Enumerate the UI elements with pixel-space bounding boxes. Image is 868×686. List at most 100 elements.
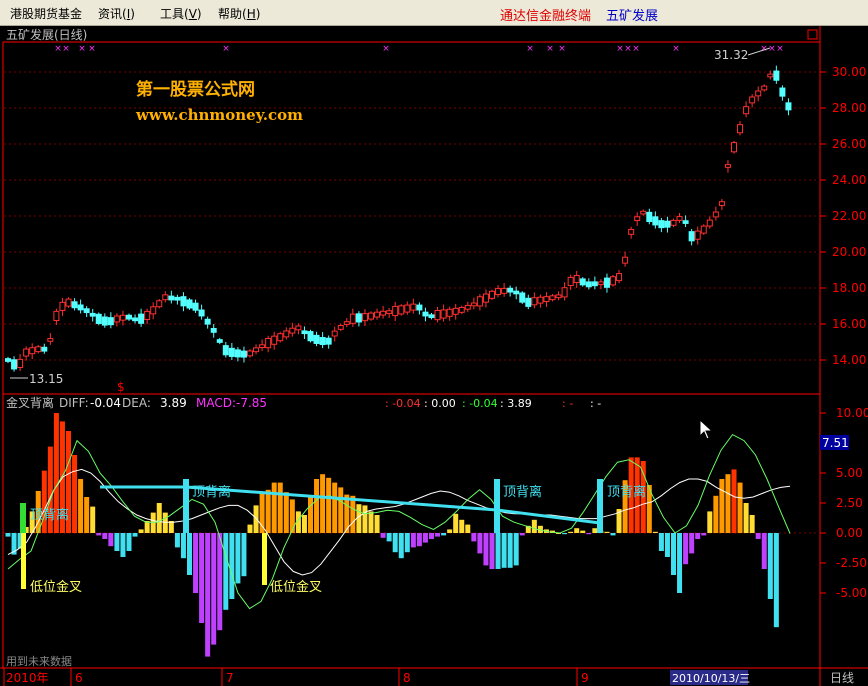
candle-body (186, 299, 193, 309)
macd-bar (241, 533, 247, 577)
price-axis-label: 14.00 (832, 353, 866, 367)
candle-body (107, 317, 114, 326)
candle-body (301, 330, 308, 335)
candle-body (670, 219, 677, 226)
menu-item-hk-futures-funds[interactable]: 港股期货基金 (10, 5, 82, 22)
dea-label: DEA: (122, 396, 151, 410)
candle-body (71, 301, 78, 309)
candle-body (349, 313, 356, 324)
candle-body (204, 318, 211, 325)
macd-bar (277, 482, 283, 533)
candle-body (489, 290, 495, 299)
indicator-extra-value: : 3.89 (500, 397, 532, 410)
candle-body (422, 311, 429, 317)
candle-body (386, 310, 393, 314)
menu-item-tools[interactable]: 工具(V) (160, 5, 202, 22)
macd-bar (138, 529, 144, 533)
macd-bar (459, 519, 465, 533)
macd-bar (180, 533, 186, 559)
price-grid (4, 71, 820, 534)
candle-body (658, 220, 665, 229)
indicator-name: 金叉背离 (6, 395, 54, 410)
candle-body (126, 314, 132, 320)
candle-body (610, 276, 616, 286)
candle-body (640, 210, 647, 215)
candle-body (434, 309, 441, 321)
candle-body (440, 309, 447, 319)
stock-chart-area[interactable]: × × × × × × × × × × × × × × × × 五矿发展(日线) 第一股票公式网 www.chnm… (0, 26, 868, 686)
candle-body (83, 308, 90, 314)
candle-body (59, 301, 66, 311)
candle-body (368, 312, 374, 320)
macd-bar (422, 533, 428, 543)
candle-body (404, 304, 411, 313)
candle-body (731, 142, 737, 153)
indicator-extra-value: : -0.04 (385, 397, 421, 410)
mouse-cursor-icon (699, 418, 714, 440)
menu-item-help[interactable]: 帮助(H) (218, 5, 260, 22)
candle-body (138, 313, 145, 324)
candle-body (525, 297, 532, 307)
candle-body (289, 327, 296, 334)
candle-body (755, 90, 762, 97)
macd-bar (719, 479, 725, 533)
macd-bar (695, 533, 701, 539)
signal-x-marker: × (624, 44, 632, 54)
candle-body (374, 311, 381, 318)
macd-bar (513, 533, 519, 566)
axes: 30.00 28.00 26.00 24.00 22.00 20.00 18.00 16.00… (3, 65, 868, 686)
candle-body (295, 325, 302, 331)
divergence-marker-bar (494, 479, 500, 533)
macd-bar (429, 533, 434, 539)
macd-bar (368, 511, 374, 533)
candle-body (150, 306, 157, 315)
macd-bar (283, 492, 289, 533)
candle-body (464, 304, 471, 310)
candle-body (761, 85, 768, 91)
candle-body (253, 347, 260, 353)
menu-item-info[interactable]: 资讯(I) (98, 5, 135, 22)
macd-bar (362, 505, 368, 533)
macd-bar (489, 533, 495, 569)
macd-bar (471, 533, 477, 542)
candle-body (228, 347, 235, 357)
candle-body (247, 350, 253, 357)
candle-body (271, 335, 278, 345)
candle-body (622, 256, 629, 264)
candle-body (718, 201, 725, 206)
top-divergence-label: 顶背离 (503, 484, 542, 500)
macd-axis-label: 10.00 (836, 406, 868, 420)
macd-bar (114, 533, 120, 551)
candle-body (561, 287, 568, 298)
timeline-label: 2010年 (6, 671, 49, 685)
macd-bar (223, 533, 229, 610)
current-date-label: 2010/10/13/三 (672, 672, 750, 685)
menu-bar: 港股期货基金 资讯(I) 工具(V) 帮助(H) 通达信金融终端 五矿发展 (0, 0, 868, 26)
candle-body (616, 273, 623, 282)
macd-bar (229, 533, 235, 599)
candle-body (259, 344, 266, 348)
candle-body (785, 102, 792, 111)
candle-body (482, 293, 489, 303)
candle-body (222, 345, 229, 356)
period-label: 日线 (830, 671, 854, 685)
price-axis-label: 16.00 (832, 317, 866, 331)
signal-x-marker: × (88, 44, 96, 54)
candle-body (688, 231, 695, 242)
golden-cross-marker-bar (262, 533, 267, 585)
signal-x-marker: × (558, 44, 566, 54)
signal-x-marker: × (78, 44, 86, 54)
cross-marker-bar (20, 503, 26, 533)
macd-bar (102, 533, 108, 539)
macd-bar (507, 533, 513, 568)
macd-bar (84, 497, 90, 533)
candle-body (603, 277, 610, 288)
candle-body (737, 124, 744, 134)
low-golden-cross-label: 低位金叉 (30, 579, 82, 595)
candle-body (591, 281, 598, 287)
candle-body (682, 220, 689, 224)
divergence-marker-bar (597, 479, 603, 533)
candle-body (428, 314, 435, 319)
macd-axis-label: 0.00 (836, 526, 863, 540)
signal-x-marker: × (54, 44, 62, 54)
